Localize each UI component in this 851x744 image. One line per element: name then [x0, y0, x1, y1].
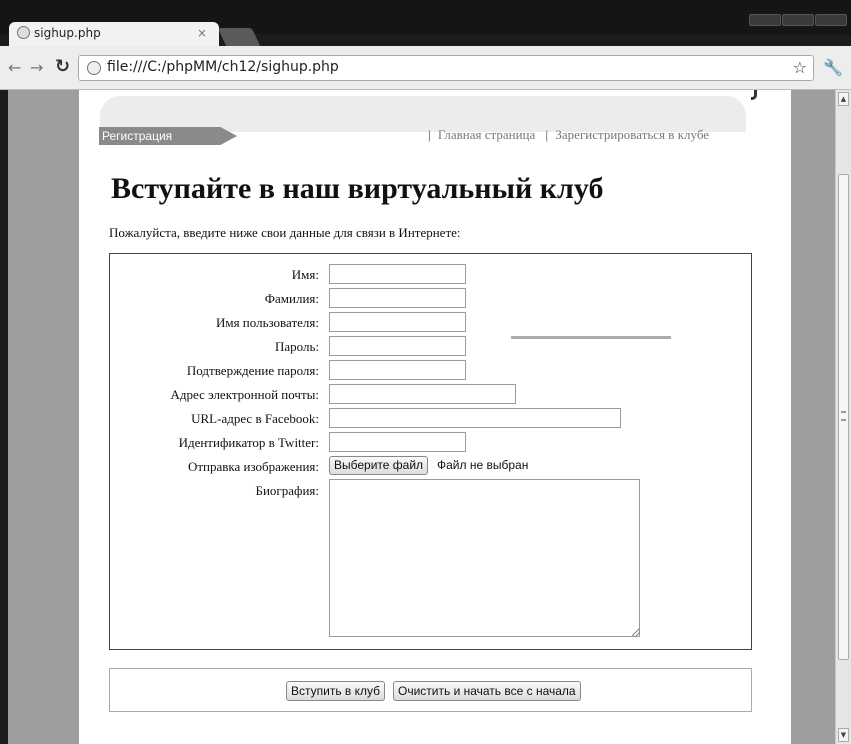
reload-icon[interactable]: ↻: [55, 56, 70, 77]
form-buttons-area: Вступить в клуб Очистить и начать все с …: [109, 668, 752, 712]
vertical-scrollbar[interactable]: ▲ ▼: [835, 90, 851, 744]
form-row-first-name: Имя:: [110, 264, 753, 286]
last-name-input[interactable]: [329, 288, 466, 308]
join-club-button[interactable]: Вступить в клуб: [286, 681, 386, 701]
form-row-password-confirm: Подтверждение пароля:: [110, 360, 753, 382]
wrench-icon[interactable]: 🔧: [823, 58, 843, 77]
nav-link-join[interactable]: Зарегистрироваться в клубе: [555, 127, 709, 142]
twitter-handle-input[interactable]: [329, 432, 466, 452]
bio-label: Биография:: [255, 483, 320, 498]
username-label: Имя пользователя:: [215, 315, 319, 330]
page-icon: [87, 61, 101, 75]
decorative-line: [511, 336, 671, 339]
back-arrow-icon[interactable]: ←: [8, 58, 21, 77]
minimize-button[interactable]: [749, 14, 781, 26]
browser-tab[interactable]: sighup.php ×: [9, 22, 219, 46]
page-favicon-icon: [17, 26, 30, 39]
last-name-label: Фамилия:: [264, 291, 319, 306]
choose-file-button[interactable]: Выберите файл: [329, 456, 429, 475]
form-row-email: Адрес электронной почты:: [110, 384, 753, 406]
password-confirm-input[interactable]: [329, 360, 466, 380]
facebook-url-input[interactable]: [329, 408, 621, 428]
nav-separator: |: [545, 127, 549, 142]
form-row-twitter: Идентификатор в Twitter:: [110, 432, 753, 454]
form-row-password: Пароль:: [110, 336, 753, 358]
image-upload-label: Отправка изображения:: [187, 459, 319, 474]
username-input[interactable]: [329, 312, 466, 332]
top-navigation: | Главная страница | Зарегистрироваться …: [428, 127, 709, 143]
password-label: Пароль:: [274, 339, 319, 354]
tab-title: sighup.php: [34, 26, 101, 40]
form-row-username: Имя пользователя:: [110, 312, 753, 334]
resize-grip-icon[interactable]: [632, 628, 640, 636]
first-name-label: Имя:: [291, 267, 319, 282]
nav-separator: |: [428, 127, 431, 142]
form-row-last-name: Фамилия:: [110, 288, 753, 310]
browser-toolbar: ← → ↻ file:///C:/phpMM/ch12/sighup.php ☆…: [0, 46, 851, 90]
file-status-text: Файл не выбран: [437, 458, 529, 472]
section-tab-registration: Регистрация: [99, 127, 237, 145]
bookmark-star-icon[interactable]: ☆: [793, 58, 807, 77]
page-title: Вступайте в наш виртуальный клуб: [111, 172, 604, 205]
page-viewport: Регистрация | Главная страница | Зарегис…: [8, 90, 835, 744]
page-column: Регистрация | Главная страница | Зарегис…: [79, 90, 791, 744]
scroll-down-arrow-icon[interactable]: ▼: [838, 728, 849, 742]
signup-form: Имя: Фамилия: Имя пользователя: Пароль: …: [109, 253, 752, 650]
password-input[interactable]: [329, 336, 466, 356]
twitter-label: Идентификатор в Twitter:: [178, 435, 319, 450]
scroll-thumb[interactable]: [838, 174, 849, 660]
nav-link-home[interactable]: Главная страница: [438, 127, 535, 142]
first-name-input[interactable]: [329, 264, 466, 284]
bio-textarea[interactable]: [329, 479, 640, 637]
tab-close-icon[interactable]: ×: [197, 26, 207, 40]
scroll-up-arrow-icon[interactable]: ▲: [838, 92, 849, 106]
intro-text: Пожалуйста, введите ниже свои данные для…: [109, 225, 461, 240]
close-window-button[interactable]: [815, 14, 847, 26]
email-label: Адрес электронной почты:: [170, 387, 319, 402]
reset-form-button[interactable]: Очистить и начать все с начала: [393, 681, 581, 701]
email-input[interactable]: [329, 384, 516, 404]
scroll-grip-icon: [841, 411, 846, 421]
form-row-image: Отправка изображения: Выберите файл Файл…: [110, 456, 753, 478]
corner-mark: [751, 90, 757, 100]
address-bar[interactable]: file:///C:/phpMM/ch12/sighup.php ☆: [78, 55, 814, 81]
form-row-facebook: URL-адрес в Facebook:: [110, 408, 753, 430]
maximize-button[interactable]: [782, 14, 814, 26]
window-controls: [749, 14, 847, 26]
facebook-label: URL-адрес в Facebook:: [191, 411, 319, 426]
forward-arrow-icon[interactable]: →: [30, 58, 43, 77]
password-confirm-label: Подтверждение пароля:: [186, 363, 319, 378]
address-url: file:///C:/phpMM/ch12/sighup.php: [107, 59, 339, 75]
